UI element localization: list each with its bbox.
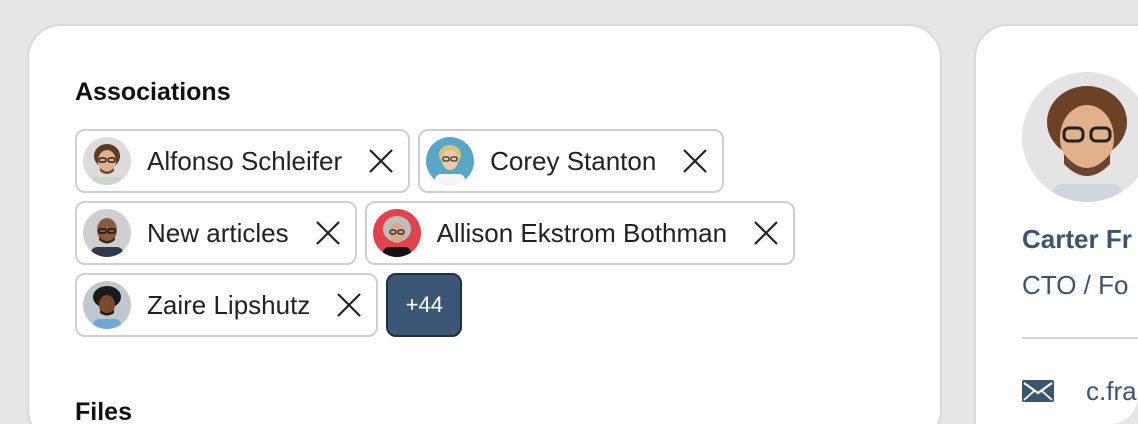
association-chip[interactable]: Corey Stanton [418,129,725,193]
avatar [83,281,131,329]
files-heading: Files [75,398,132,424]
app-frame: Associations Alfonso Schleifer Corey Sta… [0,0,1138,424]
chip-name: Zaire Lipshutz [147,289,311,320]
association-chip[interactable]: Allison Ekstrom Bothman [364,201,796,265]
association-chip[interactable]: Zaire Lipshutz [75,273,379,337]
chip-name: Alfonso Schleifer [147,145,343,176]
more-associations-button[interactable]: +44 [386,273,463,337]
avatar [372,209,421,257]
associations-chip-list: Alfonso Schleifer Corey Stanton New arti… [75,129,895,345]
details-card: Associations Alfonso Schleifer Corey Sta… [27,24,942,424]
profile-role: CTO / Fo [1022,270,1129,300]
association-chip[interactable]: New articles [75,201,357,265]
profile-card: Carter Fr CTO / Fo c.fra [974,24,1138,424]
remove-chip-icon[interactable] [368,148,394,174]
chip-row: Alfonso Schleifer Corey Stanton [75,129,895,193]
remove-chip-icon[interactable] [682,148,708,174]
remove-chip-icon[interactable] [315,220,341,246]
chip-name: Allison Ekstrom Bothman [436,217,728,248]
chip-row: Zaire Lipshutz +44 [75,273,895,337]
mail-icon [1022,380,1054,402]
remove-chip-icon[interactable] [753,220,779,246]
profile-email-link[interactable]: c.fra [1086,376,1137,407]
remove-chip-icon[interactable] [336,292,362,318]
profile-name: Carter Fr [1022,224,1132,254]
profile-avatar [1022,72,1138,202]
avatar [83,209,131,257]
chip-row: New articles Allison Ekstrom Bothman [75,201,895,265]
association-chip[interactable]: Alfonso Schleifer [75,129,411,193]
avatar [83,137,131,185]
chip-name: New articles [147,217,289,248]
avatar [426,137,475,185]
divider [1022,337,1138,339]
associations-heading: Associations [75,78,231,106]
chip-name: Corey Stanton [490,145,657,176]
